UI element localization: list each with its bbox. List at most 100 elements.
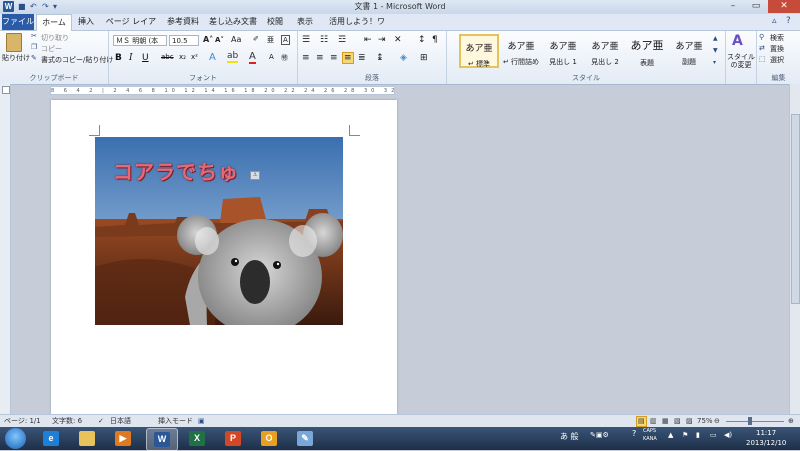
clock-date[interactable]: 2013/12/10: [746, 439, 786, 447]
styles-scroll-up-icon[interactable]: ▲: [713, 35, 718, 42]
copy-icon[interactable]: ❐: [31, 43, 37, 51]
action-center-icon[interactable]: ⚑: [682, 431, 688, 439]
decrease-indent-icon[interactable]: ⇤: [364, 35, 372, 45]
bold-icon[interactable]: B: [115, 53, 122, 63]
multilevel-list-icon[interactable]: ☲: [338, 35, 346, 45]
distributed-icon[interactable]: ≣: [358, 53, 366, 63]
cut-icon[interactable]: ✂: [31, 32, 37, 40]
vertical-ruler[interactable]: [0, 84, 11, 414]
word-count[interactable]: 文字数: 6: [52, 415, 82, 427]
replace-button[interactable]: 置換: [770, 44, 784, 54]
start-button[interactable]: [5, 428, 26, 449]
tray-expand-icon[interactable]: ▲: [668, 431, 673, 439]
shrink-font-icon[interactable]: A˅: [215, 36, 224, 44]
language[interactable]: 日本語: [110, 415, 131, 427]
line-spacing-icon[interactable]: ↨: [376, 53, 384, 63]
select-button[interactable]: 選択: [770, 55, 784, 65]
find-button[interactable]: 検索: [770, 33, 784, 43]
superscript-icon[interactable]: x²: [191, 53, 198, 61]
zoom-level[interactable]: 75%: [697, 415, 713, 427]
ruler-toggle-icon[interactable]: [2, 86, 10, 94]
full-screen-icon[interactable]: ▥: [650, 415, 657, 427]
tab-review[interactable]: 校閲: [264, 14, 286, 30]
text-effects-icon[interactable]: A: [209, 52, 216, 63]
layout-options-icon[interactable]: ⚓: [250, 171, 260, 180]
strikethrough-icon[interactable]: abc: [161, 53, 174, 61]
help-icon[interactable]: ?: [786, 16, 791, 26]
taskbar-excel[interactable]: X: [182, 428, 212, 449]
style-heading-2[interactable]: あア亜 見出し 2: [585, 34, 625, 68]
taskbar-powerpoint[interactable]: P: [218, 428, 248, 449]
taskbar-explorer[interactable]: [72, 428, 102, 449]
align-right-icon[interactable]: ≡: [330, 53, 338, 63]
style-heading-1[interactable]: あア亜 見出し 1: [543, 34, 583, 68]
tab-mailings[interactable]: 差し込み文書: [208, 14, 258, 30]
font-color-icon[interactable]: A: [249, 52, 256, 64]
justify-icon[interactable]: ≡: [342, 52, 354, 64]
taskbar-outlook[interactable]: O: [254, 428, 284, 449]
align-left-icon[interactable]: ≡: [302, 53, 310, 63]
scrollbar-thumb[interactable]: [791, 114, 800, 304]
print-layout-icon[interactable]: ▤: [636, 416, 647, 427]
zoom-out-icon[interactable]: ⊖: [714, 415, 720, 427]
italic-icon[interactable]: I: [129, 53, 133, 63]
zoom-slider-thumb[interactable]: [748, 417, 752, 425]
draft-icon[interactable]: ▨: [686, 415, 693, 427]
paste-button[interactable]: 貼り付け: [2, 53, 30, 63]
taskbar-word[interactable]: W: [146, 428, 178, 451]
minimize-ribbon-icon[interactable]: ▵: [772, 16, 777, 26]
tab-insert[interactable]: 挿入: [74, 14, 98, 30]
close-button[interactable]: ✕: [768, 0, 800, 13]
char-shading-icon[interactable]: A: [269, 53, 274, 61]
proofing-icon[interactable]: ✓: [98, 415, 104, 427]
find-icon[interactable]: ⚲: [759, 33, 764, 41]
tab-word-tips[interactable]: 活用しよう！ワード: [326, 14, 388, 42]
format-painter-icon[interactable]: ✎: [31, 54, 37, 62]
style-normal[interactable]: あア亜 ↵ 標準: [459, 34, 499, 68]
ime-mode[interactable]: あ 般: [560, 431, 579, 442]
borders-icon[interactable]: ⊞: [420, 53, 428, 63]
change-styles-icon[interactable]: A: [732, 33, 743, 49]
font-size-combo[interactable]: 10.5: [169, 35, 199, 46]
network-icon[interactable]: ▭: [710, 431, 717, 439]
show-marks-icon[interactable]: ¶: [432, 35, 438, 45]
horizontal-ruler[interactable]: 8 6 4 2 | 2 4 6 8 10 12 14 16 18 20 22 2…: [50, 86, 395, 95]
wordart-title[interactable]: コアラでちゅ: [113, 156, 239, 185]
grow-font-icon[interactable]: A˄: [203, 35, 213, 44]
zoom-in-icon[interactable]: ⊕: [788, 415, 794, 427]
underline-icon[interactable]: U: [142, 53, 149, 63]
numbering-icon[interactable]: ☷: [320, 35, 328, 45]
select-icon[interactable]: ⬚: [759, 55, 766, 63]
page-count[interactable]: ページ: 1/1: [4, 415, 41, 427]
ime-toolbar-icon[interactable]: ✎▣⚙: [590, 431, 609, 439]
taskbar-media-player[interactable]: ▶: [108, 428, 138, 449]
web-layout-icon[interactable]: ▦: [662, 415, 669, 427]
styles-scroll-down-icon[interactable]: ▼: [713, 47, 718, 54]
shading-icon[interactable]: ◈: [400, 53, 407, 63]
phonetic-guide-icon[interactable]: 亜: [267, 35, 274, 45]
paste-icon[interactable]: [6, 33, 22, 52]
align-center-icon[interactable]: ≡: [316, 53, 324, 63]
highlight-icon[interactable]: ab: [227, 52, 239, 63]
zoom-slider-track[interactable]: [726, 421, 784, 422]
increase-indent-icon[interactable]: ⇥: [378, 35, 386, 45]
style-title[interactable]: あア亜 表題: [627, 34, 667, 68]
taskbar-paint[interactable]: ✎: [290, 428, 320, 449]
cut-button[interactable]: 切り取り: [41, 33, 69, 43]
tab-file[interactable]: ファイル: [2, 14, 34, 30]
volume-icon[interactable]: ◀): [724, 431, 732, 439]
vertical-scrollbar[interactable]: [789, 84, 800, 414]
enclose-char-icon[interactable]: ㊕: [281, 53, 288, 63]
ime-help-icon[interactable]: ?: [632, 429, 636, 438]
tab-home[interactable]: ホーム: [36, 14, 72, 31]
tab-page-layout[interactable]: ページ レイアウト: [102, 14, 160, 42]
outline-icon[interactable]: ▧: [674, 415, 681, 427]
copy-button[interactable]: コピー: [41, 44, 62, 54]
font-name-combo[interactable]: ＭＳ 明朝 (本: [113, 35, 167, 46]
asian-layout-icon[interactable]: ✕: [394, 35, 402, 45]
replace-icon[interactable]: ⇄: [759, 44, 765, 52]
styles-more-icon[interactable]: ▾: [713, 59, 716, 66]
format-painter-button[interactable]: 書式のコピー/貼り付け: [41, 55, 113, 65]
sort-icon[interactable]: ↕: [418, 35, 426, 45]
change-styles[interactable]: A スタイルの変更: [726, 31, 757, 84]
